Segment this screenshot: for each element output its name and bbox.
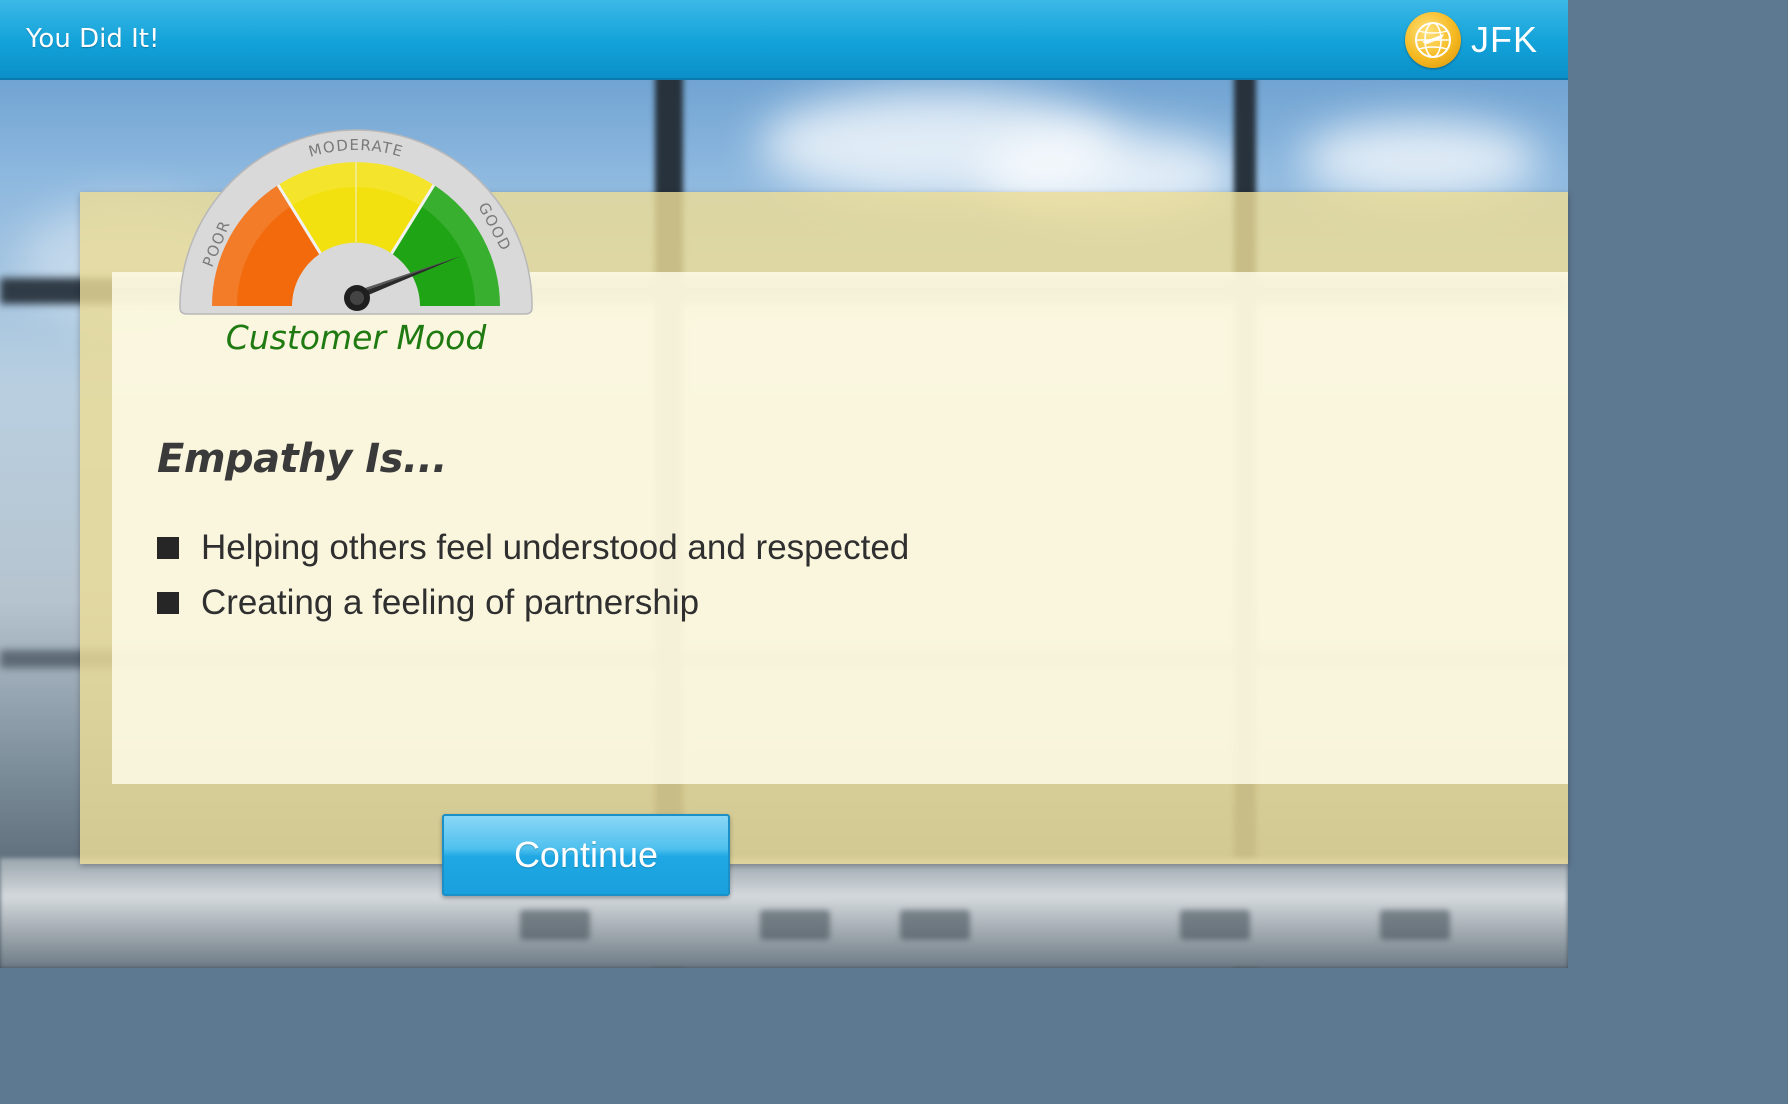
brand-logo: JFK bbox=[1404, 10, 1538, 70]
page-title: Empathy Is... bbox=[157, 436, 448, 482]
list-item-text: Creating a feeling of partnership bbox=[201, 582, 700, 622]
list-item: Helping others feel understood and respe… bbox=[157, 520, 909, 575]
brand-name: JFK bbox=[1470, 19, 1538, 60]
globe-icon bbox=[1404, 12, 1461, 68]
title-bar: You Did It! JFK bbox=[0, 0, 1568, 80]
customer-mood-gauge: POOR MODERATE GOOD bbox=[175, 128, 537, 318]
bullet-list: Helping others feel understood and respe… bbox=[157, 520, 909, 630]
list-item-text: Helping others feel understood and respe… bbox=[201, 527, 910, 567]
bullet-icon bbox=[157, 536, 179, 559]
list-item: Creating a feeling of partnership bbox=[157, 575, 909, 630]
window-title: You Did It! bbox=[26, 24, 160, 54]
gauge-caption: Customer Mood bbox=[225, 318, 487, 357]
continue-button[interactable]: Continue bbox=[442, 814, 730, 896]
bullet-icon bbox=[157, 591, 179, 614]
